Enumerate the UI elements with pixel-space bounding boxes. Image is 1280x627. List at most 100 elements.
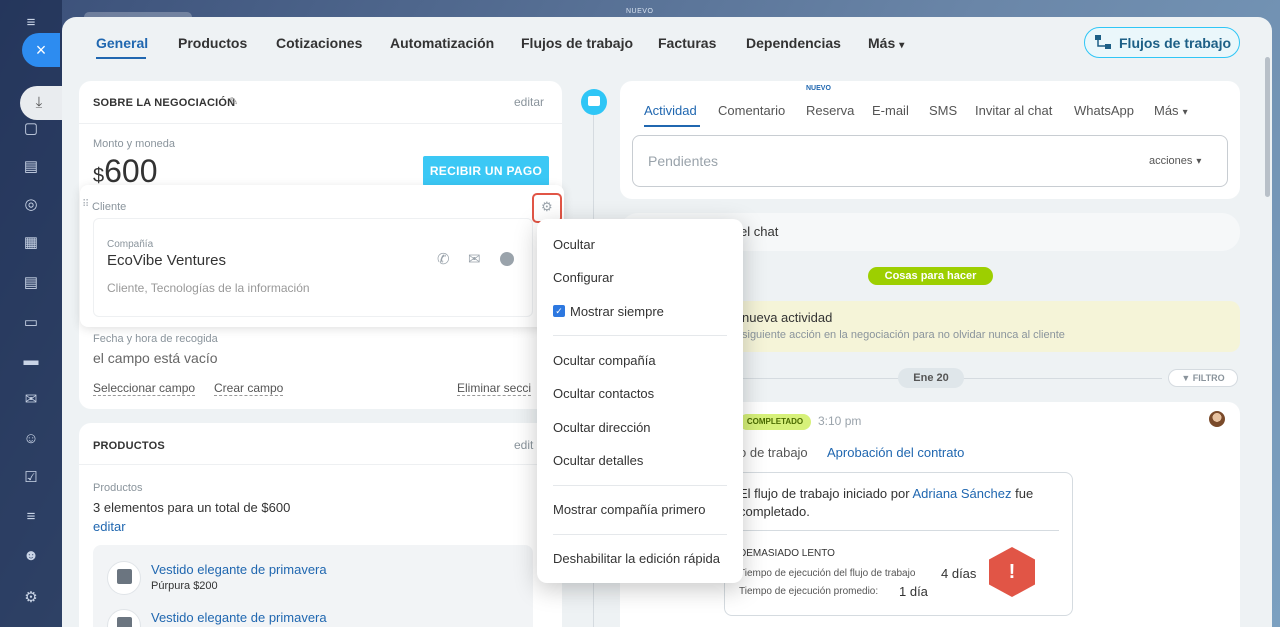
menu-item-hide[interactable]: Ocultar <box>553 237 595 252</box>
tab-products[interactable]: Productos <box>178 35 247 51</box>
workflow-prefix: o de trabajo <box>739 445 808 460</box>
chat-icon[interactable]: ▢ <box>22 120 40 138</box>
products-label: Productos <box>93 482 143 494</box>
select-field-link[interactable]: Seleccionar campo <box>93 381 196 396</box>
tab-more-activity[interactable]: Más ▾ <box>1154 103 1188 118</box>
settings-icon[interactable]: ⚙ <box>22 589 40 607</box>
new-badge: NUEVO <box>806 85 831 92</box>
new-label-top: NUEVO <box>626 8 654 15</box>
tab-workflows[interactable]: Flujos de trabajo <box>521 35 633 51</box>
products-edit-button[interactable]: editar <box>93 519 126 534</box>
drag-handle-icon[interactable]: ⠿ <box>82 199 89 210</box>
workflow-details-box: El flujo de trabajo iniciado por Adriana… <box>724 472 1073 616</box>
show-always-checkbox[interactable]: ✓ <box>553 305 565 317</box>
product-name[interactable]: Vestido elegante de primavera <box>151 610 327 625</box>
tab-dependencies[interactable]: Dependencias <box>746 35 841 51</box>
workflow-text-3: completado. <box>739 504 810 519</box>
tab-email[interactable]: E-mail <box>872 103 909 118</box>
card-icon[interactable]: ▬ <box>22 352 40 370</box>
chat-bubble-icon[interactable] <box>500 252 514 266</box>
scrollbar[interactable] <box>1265 57 1270 197</box>
document-icon[interactable]: ▤ <box>22 158 40 176</box>
close-button[interactable]: × <box>22 33 60 67</box>
workflow-message: El flujo de trabajo iniciado por Adriana… <box>739 485 1059 521</box>
products-title: PRODUCTOS <box>93 440 165 452</box>
menu-item-hide-contacts[interactable]: Ocultar contactos <box>553 386 654 401</box>
gear-icon: ⚙ <box>541 199 553 214</box>
filter-button[interactable]: ▼ FILTRO <box>1168 369 1238 387</box>
chevron-down-icon: ▾ <box>1196 156 1202 167</box>
menu-item-configure[interactable]: Configurar <box>553 270 614 285</box>
menu-separator <box>553 335 727 336</box>
main-tabs: General Productos Cotizaciones Automatiz… <box>62 17 1272 71</box>
receive-payment-button[interactable]: RECIBIR UN PAGO <box>423 156 549 186</box>
tab-invite-chat[interactable]: Invitar al chat <box>975 103 1052 118</box>
activity-tab-underline <box>644 125 700 127</box>
tab-whatsapp[interactable]: WhatsApp <box>1074 103 1134 118</box>
product-detail: Púrpura $200 <box>151 580 218 592</box>
filter-icon[interactable]: ≡ <box>22 508 40 526</box>
tab-sms[interactable]: SMS <box>929 103 957 118</box>
task-icon[interactable]: ☑ <box>22 469 40 487</box>
menu-item-hide-company[interactable]: Ocultar compañía <box>553 353 656 368</box>
product-item[interactable]: Vestido elegante de primavera Púrpura $2… <box>93 547 533 595</box>
workflows-button[interactable]: Flujos de trabajo <box>1084 27 1240 58</box>
company-name[interactable]: EcoVibe Ventures <box>107 252 226 269</box>
product-item[interactable]: Vestido elegante de primavera <box>93 595 533 627</box>
workflow-author-link[interactable]: Adriana Sánchez <box>912 486 1011 501</box>
image-icon <box>117 617 132 627</box>
rail-active-item[interactable]: ⤓ <box>20 86 62 120</box>
file-icon[interactable]: ▤ <box>22 274 40 292</box>
delete-section-link[interactable]: Eliminar secci <box>457 381 532 396</box>
amount-label: Monto y moneda <box>93 138 175 150</box>
product-thumbnail <box>107 609 141 627</box>
phone-icon[interactable]: ✆ <box>437 250 450 268</box>
product-name[interactable]: Vestido elegante de primavera <box>151 562 327 577</box>
client-settings-menu: Ocultar Configurar ✓ Mostrar siempre Ocu… <box>537 219 743 583</box>
mail-icon[interactable]: ✉ <box>468 250 481 268</box>
deal-edit-link[interactable]: editar <box>514 95 544 109</box>
tab-more[interactable]: Más ▾ <box>868 35 904 51</box>
company-meta: Cliente, Tecnologías de la información <box>107 281 310 295</box>
mail-icon[interactable]: ✉ <box>22 391 40 409</box>
users-icon[interactable]: ☺ <box>22 430 40 448</box>
menu-item-hide-address[interactable]: Ocultar dirección <box>553 420 651 435</box>
menu-item-disable-quick-edit[interactable]: Deshabilitar la edición rápida <box>553 551 720 566</box>
workflows-button-label: Flujos de trabajo <box>1119 34 1232 51</box>
tab-invoices[interactable]: Facturas <box>658 35 716 51</box>
avatar[interactable] <box>1208 410 1226 428</box>
new-activity-title: nueva actividad <box>742 310 833 325</box>
create-field-link[interactable]: Crear campo <box>214 381 284 396</box>
menu-item-hide-details[interactable]: Ocultar detalles <box>553 453 643 468</box>
tab-automation[interactable]: Automatización <box>390 35 494 51</box>
chevron-down-icon: ▾ <box>899 40 905 51</box>
currency-symbol: $ <box>93 165 105 187</box>
menu-icon[interactable]: ≡ <box>22 14 40 32</box>
chevron-down-icon: ▾ <box>1182 107 1188 118</box>
activity-card: NUEVO Actividad Comentario Reserva E-mai… <box>620 81 1240 199</box>
todo-badge: Cosas para hacer <box>868 267 993 285</box>
workflow-text-1: El flujo de trabajo iniciado por <box>739 486 910 501</box>
tab-booking[interactable]: Reserva <box>806 103 854 118</box>
tab-activity[interactable]: Actividad <box>644 103 697 118</box>
actions-label: acciones <box>1149 155 1193 167</box>
menu-item-show-company-first[interactable]: Mostrar compañía primero <box>553 502 705 517</box>
products-edit-link[interactable]: edit <box>514 438 533 452</box>
download-icon: ⤓ <box>35 94 43 111</box>
tab-general[interactable]: General <box>96 35 148 51</box>
calendar-icon[interactable]: ▦ <box>22 234 40 252</box>
image-icon <box>117 569 132 584</box>
circle-icon[interactable]: ◎ <box>22 196 40 214</box>
tab-quotes[interactable]: Cotizaciones <box>276 35 362 51</box>
tab-more-activity-label: Más <box>1154 103 1179 118</box>
pending-input[interactable]: Pendientes acciones ▾ <box>632 135 1228 187</box>
board-icon[interactable]: ▭ <box>22 314 40 332</box>
pencil-icon[interactable]: ✎ <box>229 95 238 108</box>
workflow-name-link[interactable]: Aprobación del contrato <box>827 445 964 460</box>
actions-dropdown[interactable]: acciones ▾ <box>1149 155 1201 167</box>
robot-icon[interactable]: ☻ <box>22 547 40 565</box>
menu-item-show-always[interactable]: Mostrar siempre <box>570 304 664 319</box>
tab-comment[interactable]: Comentario <box>718 103 785 118</box>
menu-separator <box>553 485 727 486</box>
left-rail: ≡ ⤓ ▢ ▤ ◎ ▦ ▤ ▭ ▬ ✉ ☺ ☑ ≡ ☻ ⚙ <box>0 0 62 627</box>
